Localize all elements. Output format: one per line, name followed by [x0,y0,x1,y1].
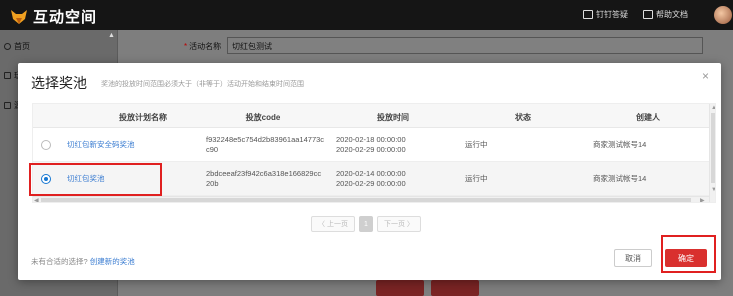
app-name: 互动空间 [33,9,98,26]
selected-row-highlight [29,163,162,196]
scroll-up-icon[interactable]: ▲ [711,105,715,111]
list-icon [4,102,11,109]
background-button [431,280,479,296]
plan-creator: 商家测试帐号14 [593,174,647,183]
table-header: 投放计划名称 投放code 投放时间 状态 创建人 [33,104,715,128]
footer-hint: 未有合适的选择? 创建新的奖池 [31,257,135,266]
horizontal-scrollbar[interactable]: ◀ ▶ [33,196,709,202]
close-icon[interactable]: × [702,69,709,83]
select-pool-dialog: 选择奖池 奖池的投放时间范围必须大于（非等于）活动开始和结束时间范围 × 投放计… [18,63,721,280]
plan-time: 2020-02-14 00:00:00 2020-02-29 00:00:00 [336,169,406,188]
page-number[interactable]: 1 [358,216,373,232]
background-button [376,280,424,296]
grid-icon [4,72,11,79]
activity-name-input[interactable]: 切红包测试 [227,37,703,54]
plan-name-link[interactable]: 切红包新安全码奖池 [67,140,135,150]
app-logo[interactable]: 互动空间 [10,6,97,27]
scrollbar-thumb[interactable] [41,198,691,202]
plan-time: 2020-02-18 00:00:00 2020-02-29 00:00:00 [336,135,406,154]
avatar[interactable] [714,6,732,24]
confirm-button-highlight [661,235,716,273]
monitor-icon [583,10,593,19]
help-docs-label: 帮助文档 [656,10,688,19]
create-pool-link[interactable]: 创建新的奖池 [90,257,135,266]
row-radio[interactable] [41,140,51,150]
plan-status: 运行中 [465,174,488,183]
scrollbar-thumb[interactable] [711,113,715,183]
help-docs-link[interactable]: 帮助文档 [643,9,688,20]
column-header: 状态 [515,113,531,122]
column-header: 投放时间 [377,113,409,122]
column-header: 投放计划名称 [119,113,167,122]
sidebar-item-label: 首页 [14,42,30,51]
document-icon [643,10,653,19]
vertical-scrollbar[interactable]: ▲ ▼ [709,104,715,202]
column-header: 创建人 [636,113,660,122]
top-bar: 互动空间 钉钉答疑 帮助文档 [0,0,733,30]
location-icon [4,43,11,50]
plan-status: 运行中 [465,140,488,149]
pagination: 〈 上一页 1 下一页 〉 [311,216,421,232]
scroll-left-icon[interactable]: ◀ [34,197,39,202]
plan-code: f932248e5c754d2b83961aa14773c c90 [206,135,325,154]
cancel-button[interactable]: 取消 [614,249,652,267]
plan-creator: 商家测试帐号14 [593,140,647,149]
table-row[interactable]: 切红包新安全码奖池 f932248e5c754d2b83961aa14773c c… [33,128,709,162]
pin-answer-label: 钉钉答疑 [596,10,628,19]
scroll-down-icon[interactable]: ▼ [711,187,715,193]
column-header: 投放code [245,113,281,122]
scroll-right-icon[interactable]: ▶ [700,197,705,202]
sidebar-item-home[interactable]: 首页 [4,41,30,52]
scroll-up-icon: ▲ [108,32,115,39]
prev-page-button[interactable]: 〈 上一页 [311,216,355,232]
next-page-button[interactable]: 下一页 〉 [376,216,421,232]
activity-name-label: * 活动名称 [184,42,222,51]
dialog-hint: 奖池的投放时间范围必须大于（非等于）活动开始和结束时间范围 [101,81,304,88]
fox-logo-icon [11,9,27,24]
plan-code: 2bdceeaf23f942c6a318e166829cc 20b [206,169,322,188]
dialog-title: 选择奖池 [31,75,87,91]
pin-answer-link[interactable]: 钉钉答疑 [583,9,628,20]
